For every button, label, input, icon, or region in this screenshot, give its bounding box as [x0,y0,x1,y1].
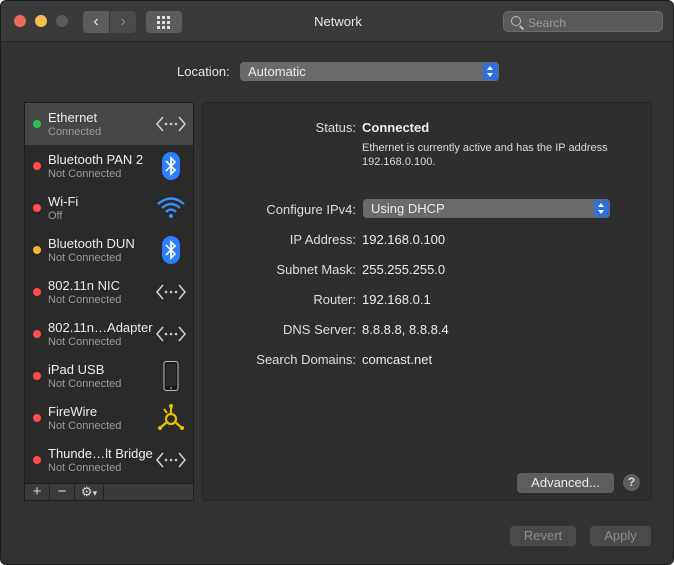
configure-ipv4-label: Configure IPv4: [266,202,356,217]
ethernet-arrows-icon [155,452,187,468]
network-preferences-window: ‹ › Network Location: Automatic Ethernet… [0,0,674,565]
ip-address-label: IP Address: [289,232,356,247]
bluetooth-icon [162,152,180,180]
add-service-button[interactable]: + [25,484,50,500]
status-dot [33,456,41,464]
service-name: FireWire [48,404,98,419]
ip-address-value: 192.168.0.100 [362,232,446,247]
search-domains-value: comcast.net [362,352,433,367]
service-item-firewire[interactable]: FireWire Not Connected [25,397,193,439]
chevron-down-icon: ▾ [92,488,98,498]
router-value: 192.168.0.1 [362,292,431,307]
service-status: Not Connected [48,168,122,180]
remove-service-button[interactable]: − [50,484,75,500]
status-dot [33,372,41,380]
popup-arrows-icon [594,200,609,217]
apply-button[interactable]: Apply [590,526,651,546]
service-status: Not Connected [48,378,122,390]
location-value: Automatic [248,64,306,79]
title-bar: ‹ › Network [1,1,673,42]
service-list-toolbar: + − ⚙▾ [24,483,194,501]
subnet-mask-label: Subnet Mask: [276,262,357,277]
service-name: Bluetooth PAN 2 [48,152,144,167]
router-label: Router: [313,292,356,307]
status-dot [33,162,41,170]
search-icon [511,16,521,26]
configure-ipv4-value: Using DHCP [371,201,445,216]
service-status: Not Connected [48,462,122,474]
action-menu-button[interactable]: ⚙▾ [75,484,104,500]
location-popup[interactable]: Automatic [240,62,499,81]
search-domains-label: Search Domains: [256,352,356,367]
gear-icon: ⚙ [80,484,93,499]
status-dot [33,246,41,254]
status-dot [33,414,41,422]
service-name: Thunde…lt Bridge [48,446,153,461]
service-status: Not Connected [48,420,122,432]
advanced-button[interactable]: Advanced... [517,473,614,493]
revert-button[interactable]: Revert [510,526,576,546]
service-item-thunderbolt-bridge[interactable]: Thunde…lt Bridge Not Connected [25,439,193,481]
service-name: 802.11n NIC [48,278,121,293]
help-button[interactable]: ? [623,474,640,491]
firewire-icon [158,404,184,430]
subnet-mask-value: 255.255.255.0 [362,262,446,277]
search-field[interactable] [503,11,663,32]
location-label: Location: [177,64,230,79]
dns-server-value: 8.8.8.8, 8.8.8.4 [362,322,449,337]
configure-ipv4-popup[interactable]: Using DHCP [363,199,610,218]
search-input[interactable] [526,13,660,32]
dns-server-label: DNS Server: [283,322,356,337]
service-status: Not Connected [48,336,122,348]
service-item-bluetooth-pan-2[interactable]: Bluetooth PAN 2 Not Connected [25,145,193,187]
status-value: Connected [362,120,430,135]
status-description: Ethernet is currently active and has the… [362,142,608,168]
popup-arrows-icon [483,63,498,80]
status-label: Status: [315,120,356,135]
